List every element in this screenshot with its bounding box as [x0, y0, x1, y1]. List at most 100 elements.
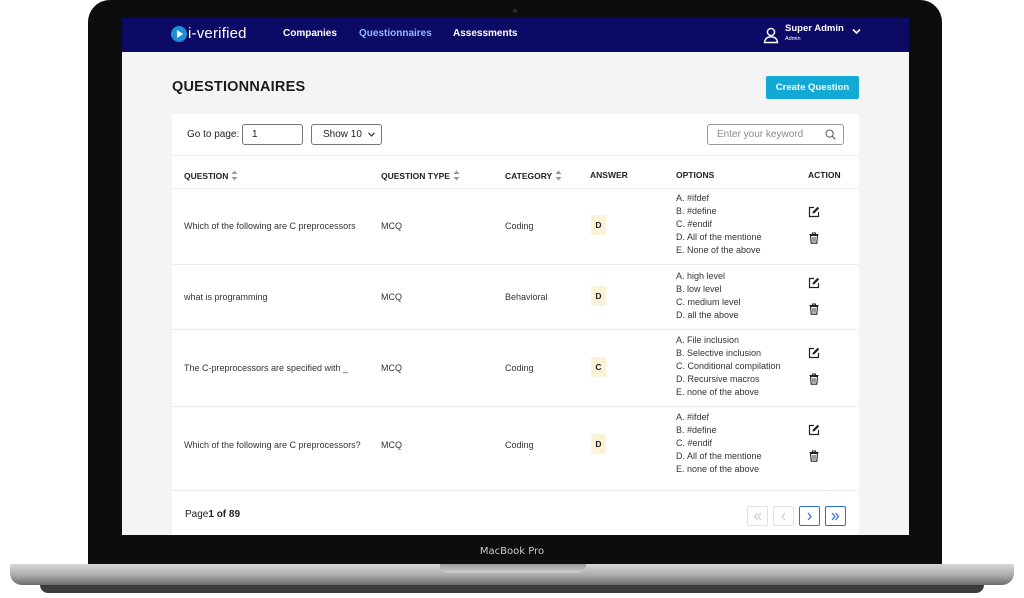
category-cell: Coding	[505, 440, 534, 450]
column-header-answer-label: ANSWER	[590, 170, 628, 180]
column-header-action-label: ACTION	[808, 170, 841, 180]
option-item: B. #define	[676, 425, 717, 435]
column-header-question[interactable]: QUESTION	[184, 170, 238, 181]
edit-icon[interactable]	[808, 277, 820, 289]
option-item: E. None of the above	[676, 245, 761, 255]
delete-icon[interactable]	[808, 373, 820, 385]
delete-icon[interactable]	[808, 450, 820, 462]
option-item: D. All of the mentione	[676, 232, 762, 242]
page-current: 1 of 89	[208, 509, 241, 520]
option-item: C. medium level	[676, 297, 741, 307]
option-item: B. #define	[676, 206, 717, 216]
logo-text: i-verified	[188, 25, 247, 42]
search-box	[707, 124, 844, 145]
top-nav: i-verified Companies Questionnaires Asse…	[122, 18, 909, 52]
category-cell: Coding	[505, 221, 534, 231]
option-item: E. none of the above	[676, 464, 760, 474]
page-prefix: Page	[185, 509, 209, 520]
category-cell: Behavioral	[505, 292, 548, 302]
edit-icon[interactable]	[808, 347, 820, 359]
search-icon[interactable]	[825, 129, 836, 140]
question-cell: Which of the following are C preprocesso…	[184, 221, 356, 231]
category-cell: Coding	[505, 363, 534, 373]
delete-icon[interactable]	[808, 303, 820, 315]
questionnaire-card: Go to page: Show 10 QUESTION QUESTION TY…	[172, 114, 859, 535]
laptop-notch	[440, 564, 586, 573]
delete-icon[interactable]	[808, 232, 820, 244]
laptop-shadow	[40, 585, 984, 593]
option-item: E. none of the above	[676, 387, 760, 397]
chevron-left-icon	[781, 512, 786, 520]
options-list: A. File inclusion B. Selective inclusion…	[676, 334, 781, 399]
user-name: Super Admin	[785, 23, 844, 34]
goto-page-label: Go to page:	[187, 129, 240, 140]
option-item: C. Conditional compilation	[676, 361, 781, 371]
toolbar-divider	[172, 155, 859, 156]
edit-icon[interactable]	[808, 424, 820, 436]
option-item: A. #ifdef	[676, 193, 710, 203]
last-page-button[interactable]	[825, 506, 846, 526]
option-item: A. high level	[676, 271, 726, 281]
edit-icon[interactable]	[808, 206, 820, 218]
page-indicator: Page1 of 89	[185, 509, 240, 520]
camera-dot	[513, 9, 517, 13]
column-header-question-type[interactable]: QUESTION TYPE	[381, 170, 460, 181]
nav-link-companies[interactable]: Companies	[283, 28, 337, 39]
page-size-value: Show 10	[323, 129, 362, 140]
nav-link-assessments[interactable]: Assessments	[453, 28, 517, 39]
option-item: A. File inclusion	[676, 335, 740, 345]
app-screen: i-verified Companies Questionnaires Asse…	[122, 18, 909, 535]
answer-badge: D	[591, 434, 606, 454]
logo[interactable]: i-verified	[171, 25, 247, 42]
sort-icon[interactable]	[231, 170, 238, 181]
option-item: D. All of the mentione	[676, 451, 762, 461]
row-divider	[172, 264, 859, 265]
option-item: C. #endif	[676, 219, 713, 229]
nav-link-questionnaires[interactable]: Questionnaires	[359, 28, 432, 39]
column-header-options-label: OPTIONS	[676, 170, 715, 180]
column-header-type-label: QUESTION TYPE	[381, 170, 450, 181]
question-type-cell: MCQ	[381, 440, 402, 450]
row-divider	[172, 406, 859, 407]
options-list: A. #ifdef B. #define C. #endif D. All of…	[676, 192, 762, 257]
page-size-select[interactable]: Show 10	[311, 124, 382, 145]
goto-page-input[interactable]	[242, 124, 303, 145]
question-cell: The C-preprocessors are specified with _	[184, 363, 349, 373]
option-item: D. Recursive macros	[676, 374, 760, 384]
question-cell: Which of the following are C preprocesso…	[184, 440, 361, 450]
options-list: A. #ifdef B. #define C. #endif D. All of…	[676, 411, 762, 476]
header-divider	[172, 188, 859, 189]
column-header-category-label: CATEGORY	[505, 170, 553, 181]
answer-badge: D	[591, 286, 606, 306]
chevron-down-icon	[368, 132, 375, 137]
question-cell: what is programming	[184, 292, 268, 302]
options-list: A. high level B. low level C. medium lev…	[676, 270, 741, 322]
answer-badge: D	[591, 215, 606, 235]
sort-icon[interactable]	[453, 170, 460, 181]
question-type-cell: MCQ	[381, 292, 402, 302]
user-role: Admin	[785, 36, 801, 42]
user-icon	[763, 27, 779, 44]
chevron-right-icon	[807, 512, 812, 520]
question-type-cell: MCQ	[381, 363, 402, 373]
question-type-cell: MCQ	[381, 221, 402, 231]
column-header-category[interactable]: CATEGORY	[505, 170, 562, 181]
sort-icon[interactable]	[555, 170, 562, 181]
row-divider	[172, 329, 859, 330]
prev-page-button[interactable]	[773, 506, 794, 526]
page-title: QUESTIONNAIRES	[172, 79, 306, 95]
column-header-question-label: QUESTION	[184, 170, 229, 181]
option-item: C. #endif	[676, 438, 713, 448]
play-logo-icon	[171, 25, 187, 42]
column-header-answer: ANSWER	[590, 170, 628, 180]
search-input[interactable]	[708, 125, 820, 144]
chevron-down-icon[interactable]	[852, 28, 861, 35]
create-question-button[interactable]: Create Question	[766, 76, 859, 99]
option-item: D. all the above	[676, 310, 739, 320]
next-page-button[interactable]	[799, 506, 820, 526]
user-menu[interactable]: Super Admin Admin	[762, 22, 861, 44]
column-header-action: ACTION	[808, 170, 841, 180]
row-divider	[172, 490, 859, 491]
first-page-button[interactable]	[747, 506, 768, 526]
option-item: B. Selective inclusion	[676, 348, 762, 358]
